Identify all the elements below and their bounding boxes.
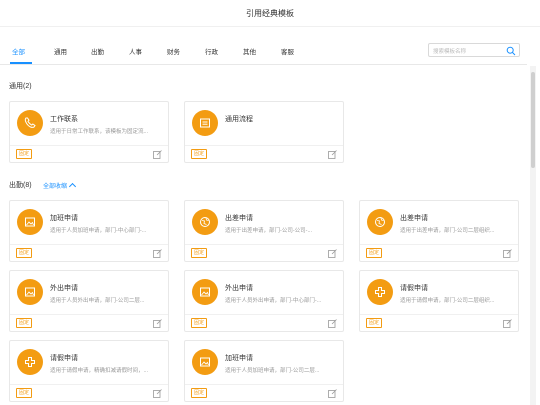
template-card[interactable]: 工作联系 适用于日常工作联系，该模板为固定流... 固定 bbox=[9, 101, 169, 163]
template-card[interactable]: 出差申请 适用于出差申请，部门-公司-公司-... 固定 bbox=[184, 200, 344, 262]
tab-attendance[interactable]: 出勤 bbox=[91, 46, 104, 56]
collapse-all-button[interactable]: 全部收缩 bbox=[43, 181, 77, 191]
fixed-badge: 固定 bbox=[191, 388, 208, 398]
template-desc: 适用于出差申请，部门-公司二层组织... bbox=[400, 228, 495, 234]
edit-icon[interactable] bbox=[328, 249, 337, 258]
template-name: 通用流程 bbox=[225, 116, 253, 123]
template-card[interactable]: 通用流程 固定 bbox=[184, 101, 344, 163]
tab-all[interactable]: 全部 bbox=[12, 46, 25, 56]
search-box[interactable]: 搜索模板名称 bbox=[428, 43, 520, 57]
page-title: 引用经典模板 bbox=[246, 8, 294, 18]
template-desc: 适用于人员加班申请，部门-中心部门-... bbox=[50, 228, 147, 234]
template-card[interactable]: 外出申请 适用于人员外出申请，部门-公司二层... 固定 bbox=[9, 270, 169, 332]
template-card[interactable]: 请假申请 适用于请假申请，部门-公司二层组织... 固定 bbox=[359, 270, 519, 332]
template-name: 请假申请 bbox=[400, 285, 428, 292]
template-card[interactable]: 请假申请 适用于请假申请，精确扣减请假时间，... 固定 bbox=[9, 340, 169, 402]
globe-icon bbox=[192, 209, 218, 235]
template-name: 加班申请 bbox=[225, 355, 253, 362]
edit-icon[interactable] bbox=[153, 249, 162, 258]
page-header: 引用经典模板 bbox=[0, 0, 540, 27]
template-desc: 适用于请假申请，部门-公司二层组织... bbox=[400, 298, 495, 304]
template-name: 工作联系 bbox=[50, 116, 78, 123]
search-input[interactable]: 搜索模板名称 bbox=[433, 47, 466, 55]
template-name: 出差申请 bbox=[400, 215, 428, 222]
tab-admin[interactable]: 行政 bbox=[205, 46, 218, 56]
tab-hr[interactable]: 人事 bbox=[129, 46, 142, 56]
fixed-badge: 固定 bbox=[366, 248, 383, 258]
tab-general[interactable]: 通用 bbox=[54, 46, 67, 56]
template-card[interactable]: 出差申请 适用于出差申请，部门-公司二层组织... 固定 bbox=[359, 200, 519, 262]
plus-icon bbox=[17, 349, 43, 375]
image-icon bbox=[17, 279, 43, 305]
template-desc: 适用于请假申请，精确扣减请假时间，... bbox=[50, 368, 149, 374]
tab-finance[interactable]: 财务 bbox=[167, 46, 180, 56]
fixed-badge: 固定 bbox=[366, 318, 383, 328]
fixed-badge: 固定 bbox=[191, 318, 208, 328]
template-name: 加班申请 bbox=[50, 215, 78, 222]
template-name: 外出申请 bbox=[50, 285, 78, 292]
fixed-badge: 固定 bbox=[191, 248, 208, 258]
template-name: 请假申请 bbox=[50, 355, 78, 362]
tab-customer-service[interactable]: 客服 bbox=[281, 46, 294, 56]
chevron-up-icon bbox=[68, 182, 77, 191]
image-icon bbox=[192, 279, 218, 305]
plus-icon bbox=[367, 279, 393, 305]
active-tab-indicator bbox=[10, 62, 32, 64]
section-title-general: 通用(2) bbox=[9, 83, 32, 90]
template-desc: 适用于人员加班申请，部门-公司二层... bbox=[225, 368, 320, 374]
fixed-badge: 固定 bbox=[16, 318, 33, 328]
fixed-badge: 固定 bbox=[16, 388, 33, 398]
template-card[interactable]: 外出申请 适用于人员外出申请，部门-中心部门-... 固定 bbox=[184, 270, 344, 332]
template-desc: 适用于人员外出申请，部门-中心部门-... bbox=[225, 298, 322, 304]
template-card[interactable]: 加班申请 适用于人员加班申请，部门-中心部门-... 固定 bbox=[9, 200, 169, 262]
edit-icon[interactable] bbox=[153, 319, 162, 328]
edit-icon[interactable] bbox=[153, 389, 162, 398]
edit-icon[interactable] bbox=[328, 319, 337, 328]
template-desc: 适用于日常工作联系，该模板为固定流... bbox=[50, 129, 149, 135]
edit-icon[interactable] bbox=[328, 150, 337, 159]
template-card[interactable]: 加班申请 适用于人员加班申请，部门-公司二层... 固定 bbox=[184, 340, 344, 402]
fixed-badge: 固定 bbox=[16, 248, 33, 258]
template-list: 通用(2) 工作联系 适用于日常工作联系，该模板为固定流... 固定 通用流程 … bbox=[0, 66, 527, 405]
template-name: 出差申请 bbox=[225, 215, 253, 222]
fixed-badge: 固定 bbox=[191, 149, 208, 159]
scrollbar-thumb[interactable] bbox=[531, 72, 535, 168]
globe-icon bbox=[367, 209, 393, 235]
edit-icon[interactable] bbox=[153, 150, 162, 159]
template-desc: 适用于人员外出申请，部门-公司二层... bbox=[50, 298, 145, 304]
phone-icon bbox=[17, 110, 43, 136]
vertical-scrollbar[interactable] bbox=[530, 66, 536, 405]
edit-icon[interactable] bbox=[328, 389, 337, 398]
fixed-badge: 固定 bbox=[16, 149, 33, 159]
template-desc: 适用于出差申请，部门-公司-公司-... bbox=[225, 228, 313, 234]
tab-other[interactable]: 其他 bbox=[243, 46, 256, 56]
edit-icon[interactable] bbox=[503, 249, 512, 258]
inbox-icon bbox=[192, 110, 218, 136]
template-name: 外出申请 bbox=[225, 285, 253, 292]
image-icon bbox=[17, 209, 43, 235]
section-title-attendance: 出勤(8) bbox=[9, 182, 32, 189]
image-icon bbox=[192, 349, 218, 375]
search-icon[interactable] bbox=[506, 46, 516, 56]
edit-icon[interactable] bbox=[503, 319, 512, 328]
